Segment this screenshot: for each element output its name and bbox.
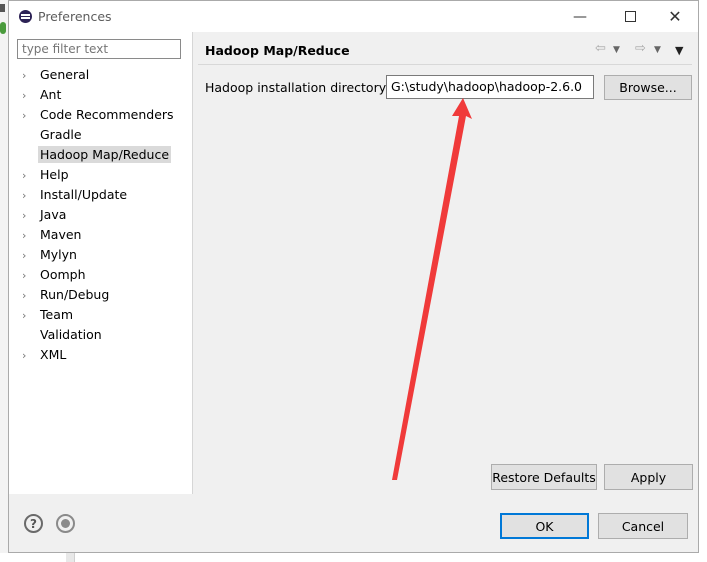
tree-item-label: Oomph [40,267,86,282]
hadoop-dir-input[interactable]: G:\study\hadoop\hadoop-2.6.0 [386,75,594,99]
tree-item-label: Code Recommenders [40,107,174,122]
apply-button[interactable]: Apply [604,464,693,490]
restore-defaults-button[interactable]: Restore Defaults [491,464,597,490]
tree-item[interactable]: › Help [9,165,192,185]
maximize-button[interactable] [607,1,653,32]
filter-input[interactable] [17,39,181,59]
background-ide-edge [0,0,8,562]
help-icon[interactable]: ? [24,514,43,533]
tree-item[interactable]: › Oomph [9,265,192,285]
chevron-right-icon[interactable]: › [22,349,26,362]
tree-item-label: Validation [40,327,102,342]
forward-dropdown-icon[interactable]: ▼ [654,45,661,55]
preference-tree-panel: › General › Ant › Code Recommenders Gradle Hado… [9,32,193,494]
forward-arrow-icon[interactable]: ⇨ [635,41,646,56]
preference-page: Hadoop Map/Reduce ⇦ ▼ ⇨ ▼ ▼ Hadoop insta… [193,32,698,494]
preferences-dialog: Preferences — ✕ › General › Ant › Code Recomm… [8,0,699,553]
dialog-button-bar: ? OK Cancel [9,495,698,552]
tree-item[interactable]: › Code Recommenders [9,105,192,125]
chevron-right-icon[interactable]: › [22,209,26,222]
tree-item[interactable]: Gradle [9,125,192,145]
tree-item[interactable]: › Team [9,305,192,325]
back-arrow-icon[interactable]: ⇦ [595,41,606,56]
separator [198,64,692,65]
tree-item-label: Hadoop Map/Reduce [38,146,172,163]
maximize-icon [624,11,636,22]
tree-item-label: Help [40,167,69,182]
tree-item-label: Run/Debug [40,287,110,302]
chevron-right-icon[interactable]: › [22,89,26,102]
ok-button[interactable]: OK [500,513,589,539]
hadoop-dir-label: Hadoop installation directory: [205,80,390,95]
chevron-right-icon[interactable]: › [22,109,26,122]
record-macro-icon[interactable] [56,514,75,533]
tree-item-label: XML [40,347,67,362]
chevron-right-icon[interactable]: › [22,229,26,242]
tree-item[interactable]: › Install/Update [9,185,192,205]
background-editor-strip [0,553,707,562]
background-fragment [0,4,5,12]
tree-item[interactable]: › General [9,65,192,85]
title-bar[interactable]: Preferences — ✕ [9,1,698,32]
view-menu-icon[interactable]: ▼ [675,44,683,57]
close-button[interactable]: ✕ [652,1,698,32]
tree-item-label: Maven [40,227,82,242]
tree-item-label: Gradle [40,127,82,142]
tree-item[interactable]: › Run/Debug [9,285,192,305]
tree-item[interactable]: › Mylyn [9,245,192,265]
tree-item-label: Install/Update [40,187,128,202]
chevron-right-icon[interactable]: › [22,289,26,302]
record-dot [61,519,70,528]
back-dropdown-icon[interactable]: ▼ [613,45,620,55]
background-run-icon [0,22,6,34]
chevron-right-icon[interactable]: › [22,309,26,322]
browse-button[interactable]: Browse... [604,75,692,100]
tree-item[interactable]: › Maven [9,225,192,245]
preference-tree: › General › Ant › Code Recommenders Gradle Hado… [9,65,192,365]
tree-item-label: Mylyn [40,247,77,262]
chevron-right-icon[interactable]: › [22,249,26,262]
window-title: Preferences [38,9,112,24]
tree-item[interactable]: Hadoop Map/Reduce [9,145,192,165]
cancel-button[interactable]: Cancel [598,513,688,539]
page-title: Hadoop Map/Reduce [205,43,350,58]
tree-item-label: Team [40,307,74,322]
tree-item[interactable]: › XML [9,345,192,365]
chevron-right-icon[interactable]: › [22,69,26,82]
minimize-button[interactable]: — [557,1,603,32]
tree-item[interactable]: Validation [9,325,192,345]
tree-item-label: Ant [40,87,62,102]
chevron-right-icon[interactable]: › [22,269,26,282]
tree-item-label: General [40,67,90,82]
eclipse-logo-icon [19,10,32,23]
chevron-right-icon[interactable]: › [22,169,26,182]
chevron-right-icon[interactable]: › [22,189,26,202]
tree-item[interactable]: › Ant [9,85,192,105]
background-gutter [66,553,75,562]
tree-item[interactable]: › Java [9,205,192,225]
tree-item-label: Java [40,207,67,222]
